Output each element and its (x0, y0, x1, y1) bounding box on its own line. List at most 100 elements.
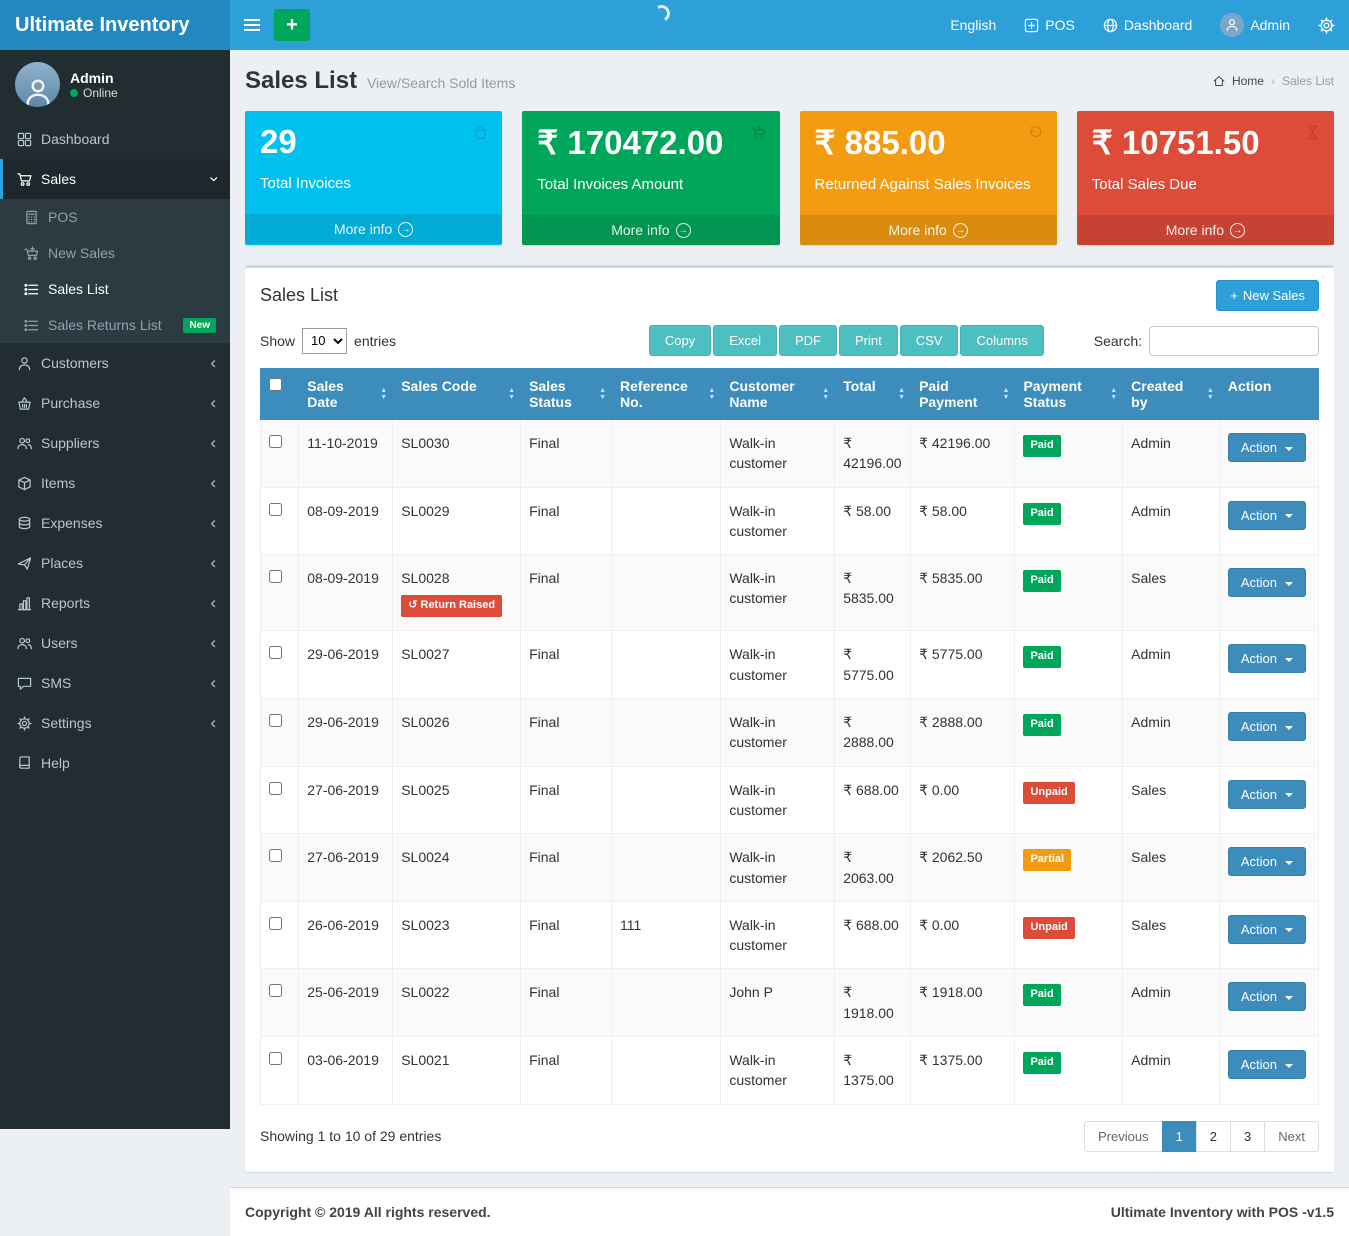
action-button[interactable]: Action (1228, 915, 1306, 944)
reference-no-cell (612, 631, 721, 699)
chevron-left-icon: ‹ (210, 478, 216, 488)
sidebar-item-label: Reports (41, 595, 90, 611)
print-button[interactable]: Print (839, 325, 898, 356)
col-created-by[interactable]: Created by▲▼ (1123, 369, 1220, 420)
created-by-cell: Sales (1123, 901, 1220, 969)
sidebar-item-users[interactable]: Users ‹ (0, 623, 230, 663)
settings-menu[interactable] (1304, 0, 1349, 50)
sidebar-toggle-icon[interactable] (244, 19, 260, 31)
action-button[interactable]: Action (1228, 501, 1306, 530)
action-button[interactable]: Action (1228, 982, 1306, 1011)
sales-date-cell: 29-06-2019 (299, 699, 393, 767)
brand-logo[interactable]: Ultimate Inventory (0, 0, 230, 50)
breadcrumb-home[interactable]: Home (1232, 74, 1264, 88)
row-checkbox[interactable] (269, 435, 282, 448)
page-length-select[interactable]: 10 (302, 328, 347, 354)
select-all-checkbox[interactable] (269, 378, 282, 391)
action-button[interactable]: Action (1228, 847, 1306, 876)
new-sales-button[interactable]: +New Sales (1216, 280, 1319, 311)
col-paid-payment[interactable]: Paid Payment▲▼ (911, 369, 1015, 420)
column-label: Paid Payment (919, 378, 977, 410)
breadcrumb-separator: › (1271, 74, 1275, 88)
col-sales-status[interactable]: Sales Status▲▼ (521, 369, 612, 420)
sidebar-item-label: Expenses (41, 515, 102, 531)
pdf-button[interactable]: PDF (779, 325, 837, 356)
sidebar-item-help[interactable]: Help (0, 743, 230, 783)
copy-button[interactable]: Copy (649, 325, 711, 356)
more-info-link[interactable]: More info→ (522, 215, 779, 245)
action-button[interactable]: Action (1228, 644, 1306, 673)
row-select-cell (261, 631, 299, 699)
row-checkbox[interactable] (269, 714, 282, 727)
infobox-label: Returned Against Sales Invoices (815, 176, 1042, 193)
row-checkbox[interactable] (269, 849, 282, 862)
action-button[interactable]: Action (1228, 568, 1306, 597)
col-reference-no[interactable]: Reference No.▲▼ (612, 369, 721, 420)
sidebar-item-expenses[interactable]: Expenses ‹ (0, 503, 230, 543)
panel-title: Sales List (260, 285, 338, 306)
action-button[interactable]: Action (1228, 1050, 1306, 1079)
row-checkbox[interactable] (269, 1052, 282, 1065)
row-checkbox[interactable] (269, 570, 282, 583)
pagination-next[interactable]: Next (1264, 1121, 1319, 1152)
sidebar-item-items[interactable]: Items ‹ (0, 463, 230, 503)
language-menu[interactable]: English (936, 0, 1010, 50)
user-menu[interactable]: Admin (1206, 0, 1304, 50)
row-checkbox[interactable] (269, 782, 282, 795)
sidebar-item-customers[interactable]: Customers ‹ (0, 343, 230, 383)
sidebar-item-suppliers[interactable]: Suppliers ‹ (0, 423, 230, 463)
sidebar-item-places[interactable]: Places ‹ (0, 543, 230, 583)
topbar-pos-link[interactable]: POS (1010, 0, 1089, 50)
col-payment-status[interactable]: Payment Status▲▼ (1015, 369, 1123, 420)
search-input[interactable] (1149, 326, 1319, 356)
sales-code-cell: SL0025 (393, 766, 521, 834)
pagination-page-3[interactable]: 3 (1230, 1121, 1265, 1152)
customer-name-cell: John P (721, 969, 835, 1037)
col-sales-date[interactable]: Sales Date▲▼ (299, 369, 393, 420)
top-navbar: Ultimate Inventory + English POS Dashboa… (0, 0, 1349, 50)
sidebar-item-sms[interactable]: SMS ‹ (0, 663, 230, 703)
excel-button[interactable]: Excel (713, 325, 777, 356)
sidebar-item-dashboard[interactable]: Dashboard (0, 119, 230, 159)
reference-no-cell (612, 555, 721, 631)
infobox-value: ₹ 170472.00 (537, 123, 764, 162)
row-checkbox[interactable] (269, 984, 282, 997)
row-checkbox[interactable] (269, 917, 282, 930)
pagination-previous[interactable]: Previous (1084, 1121, 1163, 1152)
column-label: Reference No. (620, 378, 688, 410)
csv-button[interactable]: CSV (900, 325, 959, 356)
sort-icon: ▲▼ (508, 387, 515, 401)
caret-down-icon (1285, 582, 1293, 586)
pagination-page-2[interactable]: 2 (1196, 1121, 1231, 1152)
action-cell: Action (1219, 766, 1318, 834)
column-label: Sales Code (401, 378, 476, 394)
sidebar-subitem-sales-returns-list[interactable]: Sales Returns List New (0, 307, 230, 343)
sidebar-subitem-new-sales[interactable]: New Sales (0, 235, 230, 271)
column-label: Total (843, 378, 875, 394)
sales-code: SL0028 (401, 568, 512, 588)
table-row: 29-06-2019SL0026FinalWalk-in customer₹ 2… (261, 699, 1319, 767)
sidebar-item-reports[interactable]: Reports ‹ (0, 583, 230, 623)
more-info-link[interactable]: More info→ (800, 215, 1057, 245)
col-customer-name[interactable]: Customer Name▲▼ (721, 369, 835, 420)
sidebar-subitem-sales-list[interactable]: Sales List (0, 271, 230, 307)
col-total[interactable]: Total▲▼ (835, 369, 911, 420)
action-button[interactable]: Action (1228, 433, 1306, 462)
action-button[interactable]: Action (1228, 712, 1306, 741)
action-button[interactable]: Action (1228, 780, 1306, 809)
topbar-dashboard-link[interactable]: Dashboard (1089, 0, 1207, 50)
row-checkbox[interactable] (269, 646, 282, 659)
row-checkbox[interactable] (269, 503, 282, 516)
columns-button[interactable]: Columns (960, 325, 1043, 356)
quick-add-button[interactable]: + (274, 9, 310, 41)
sidebar-item-purchase[interactable]: Purchase ‹ (0, 383, 230, 423)
sidebar-item-sales[interactable]: Sales ‹ (0, 159, 230, 199)
sidebar-item-settings[interactable]: Settings ‹ (0, 703, 230, 743)
sidebar-subitem-pos[interactable]: POS (0, 199, 230, 235)
reference-no-cell: 111 (612, 901, 721, 969)
pagination-page-1[interactable]: 1 (1162, 1121, 1197, 1152)
more-info-link[interactable]: More info→ (1077, 215, 1334, 245)
table-row: 27-06-2019SL0025FinalWalk-in customer₹ 6… (261, 766, 1319, 834)
col-sales-code[interactable]: Sales Code ▲▼ (393, 369, 521, 420)
more-info-link[interactable]: More info→ (245, 214, 502, 244)
